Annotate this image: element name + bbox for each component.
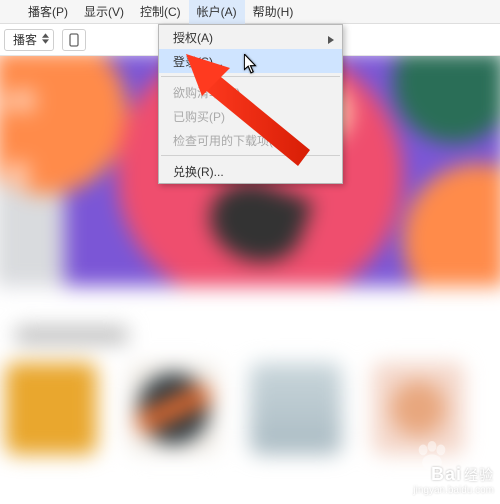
section-title-placeholder [15,327,127,343]
menu-divider [161,76,340,77]
menu-divider [161,155,340,156]
tile[interactable] [128,363,220,455]
menu-item-label: 兑换(R)... [173,163,224,180]
banner-sub: 节 [1,154,32,199]
menu-item-label: 授权(A) [173,29,213,46]
menu-item-label: 登录(S)... [173,53,223,70]
tile[interactable] [5,363,97,455]
source-selector-label: 播客 [13,31,37,48]
source-selector[interactable]: 播客 [4,29,54,51]
menu-account[interactable]: 帐户(A) [189,0,245,24]
tile[interactable] [250,363,342,455]
banner-year: 2年 [0,82,37,118]
menu-item-label: 已购买(P) [173,108,225,125]
menu-item-checkdownloads: 检查可用的下载项(D)... [159,128,342,152]
menu-podcast[interactable]: 播客(P) [20,0,76,24]
menu-help[interactable]: 帮助(H) [245,0,302,24]
menu-item-redeem[interactable]: 兑换(R)... [159,159,342,183]
menu-view[interactable]: 显示(V) [76,0,132,24]
menu-item-authorize[interactable]: 授权(A) [159,25,342,49]
updown-icon [42,33,49,44]
watermark-paw-icon [414,441,450,478]
account-dropdown: 授权(A) 登录(S)... 欲购清单(W) 已购买(P) 检查可用的下载项(D… [158,24,343,184]
menu-item-wishlist: 欲购清单(W) [159,80,342,104]
menu-control[interactable]: 控制(C) [132,0,189,24]
menubar: 播客(P) 显示(V) 控制(C) 帐户(A) 帮助(H) [0,0,500,24]
device-button[interactable] [62,29,86,51]
menu-item-purchased: 已购买(P) [159,104,342,128]
chevron-right-icon [328,33,334,47]
menu-item-signin[interactable]: 登录(S)... [159,49,342,73]
menu-item-label: 检查可用的下载项(D)... [173,132,296,149]
menu-item-label: 欲购清单(W) [173,84,240,101]
